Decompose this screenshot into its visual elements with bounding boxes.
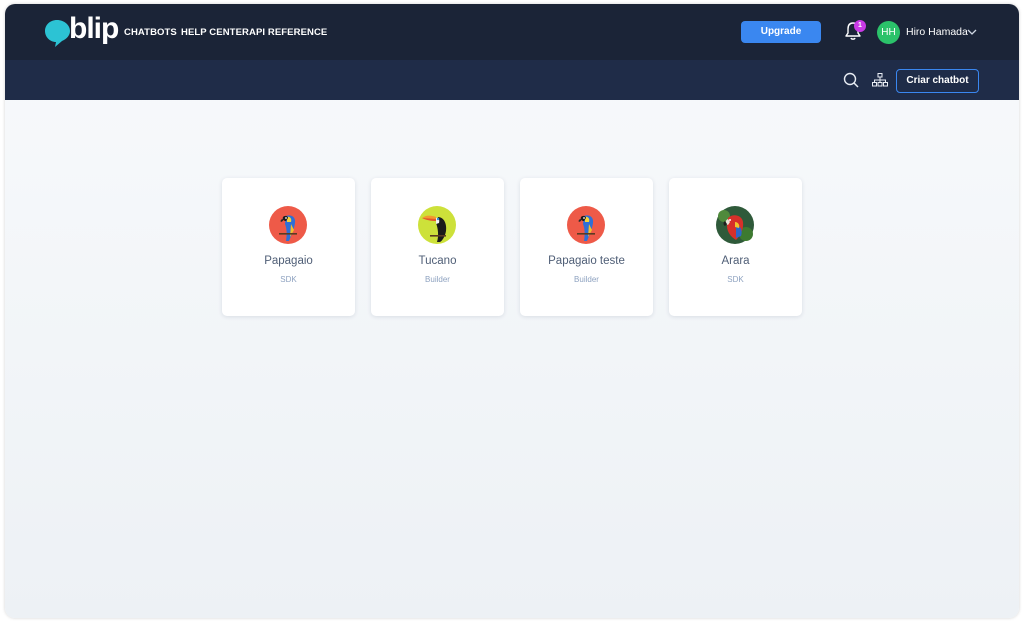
macaw-icon	[716, 206, 754, 244]
chatbot-name: Tucano	[418, 255, 457, 267]
toucan-icon	[418, 206, 456, 244]
nav-api-reference[interactable]: API REFERENCE	[249, 27, 327, 38]
chatbot-grid: Papagaio SDK Tucano Builder Papagaio tes…	[222, 178, 804, 318]
chatbot-type: SDK	[727, 275, 744, 284]
notification-badge: 1	[854, 20, 866, 32]
chatbot-card-arara[interactable]: Arara SDK	[669, 178, 802, 316]
user-avatar[interactable]: HH	[877, 21, 900, 44]
top-navbar: blip CHATBOTS HELP CENTER API REFERENCE …	[5, 4, 1019, 60]
chatbot-name: Arara	[721, 255, 750, 267]
chatbot-card-papagaio-teste[interactable]: Papagaio teste Builder	[520, 178, 653, 316]
nav-chatbots[interactable]: CHATBOTS	[124, 27, 177, 38]
parrot-icon	[269, 206, 307, 244]
upgrade-button[interactable]: Upgrade	[741, 21, 821, 43]
logo-text[interactable]: blip	[69, 13, 119, 45]
search-icon[interactable]	[843, 72, 859, 88]
chatbot-type: Builder	[425, 275, 450, 284]
chatbot-type: SDK	[280, 275, 297, 284]
chatbot-card-tucano[interactable]: Tucano Builder	[371, 178, 504, 316]
app-window: blip CHATBOTS HELP CENTER API REFERENCE …	[5, 4, 1019, 618]
user-name[interactable]: Hiro Hamada	[906, 26, 968, 38]
parrot-icon	[567, 206, 605, 244]
nav-help-center[interactable]: HELP CENTER	[181, 27, 249, 38]
hierarchy-icon[interactable]	[872, 73, 888, 87]
sub-toolbar: Criar chatbot	[5, 60, 1019, 100]
create-chatbot-button[interactable]: Criar chatbot	[896, 69, 979, 93]
chatbot-type: Builder	[574, 275, 599, 284]
chatbot-card-papagaio[interactable]: Papagaio SDK	[222, 178, 355, 316]
chatbot-name: Papagaio teste	[548, 255, 625, 267]
chevron-down-icon[interactable]	[967, 28, 977, 36]
chatbot-name: Papagaio	[264, 255, 313, 267]
